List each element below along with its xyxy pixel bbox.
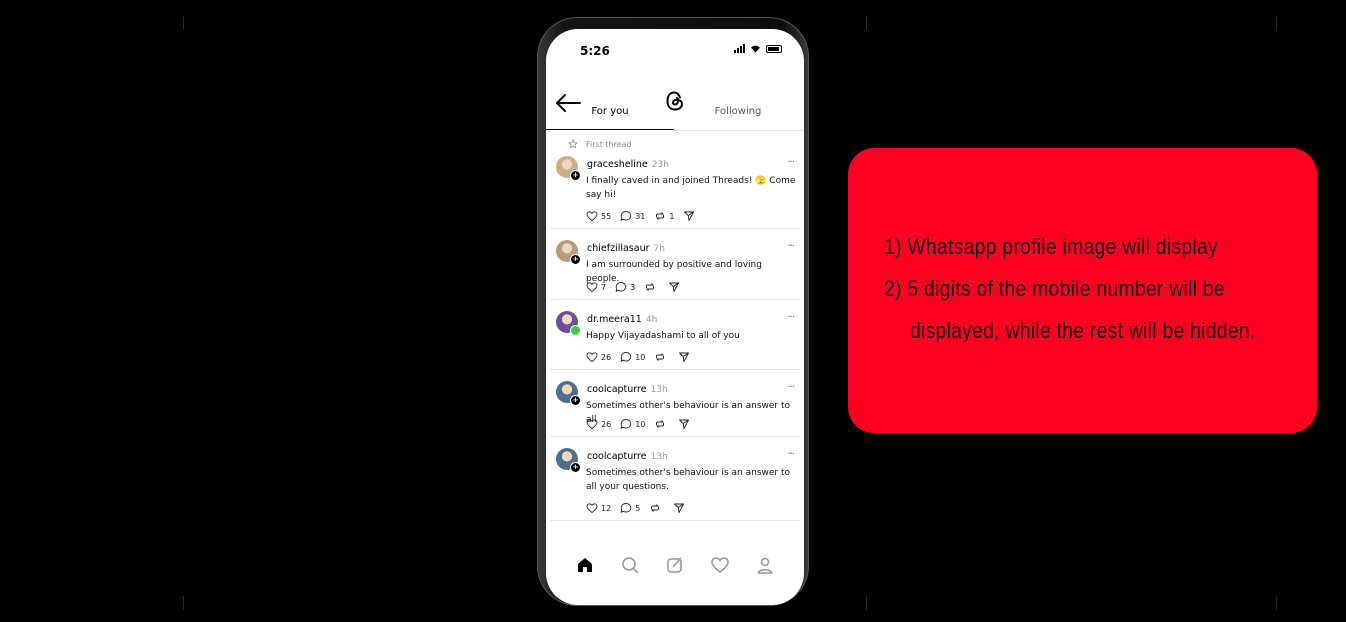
reply-button[interactable]: 5 (620, 502, 640, 514)
send-icon (684, 211, 695, 221)
send-icon (674, 503, 685, 513)
heart-outline-icon (586, 211, 598, 222)
more-options-icon[interactable]: ··· (787, 449, 794, 460)
repost-button[interactable] (644, 281, 659, 293)
reply-button[interactable]: 3 (615, 281, 635, 293)
repost-icon (656, 420, 665, 428)
post-time: 4h (645, 315, 658, 325)
wifi-icon (751, 45, 760, 53)
more-options-icon[interactable]: ··· (787, 312, 794, 323)
repost-icon (646, 283, 655, 291)
signal-icon (734, 44, 745, 53)
like-button[interactable]: 12 (586, 502, 611, 514)
share-button[interactable] (668, 281, 680, 293)
search-icon[interactable] (620, 555, 640, 575)
heart-icon[interactable] (710, 555, 730, 575)
comment-icon (620, 211, 632, 221)
like-button[interactable]: 55 (586, 210, 611, 222)
home-icon[interactable] (575, 555, 595, 575)
follow-plus-icon[interactable]: + (570, 395, 581, 406)
repost-icon (656, 353, 665, 361)
bottom-navigation (546, 555, 804, 585)
send-icon (669, 282, 680, 292)
repost-icon (651, 504, 660, 512)
follow-plus-icon[interactable]: + (570, 254, 581, 265)
repost-button[interactable]: 1 (654, 210, 674, 222)
post-time: 23h (651, 160, 669, 170)
share-button[interactable] (678, 418, 690, 430)
heart-outline-icon (586, 352, 598, 363)
post-time: 7h (653, 244, 665, 254)
feed: First thread + gracesheline 23h ··· I fin… (546, 131, 804, 551)
more-options-icon[interactable]: ··· (787, 382, 794, 393)
send-icon (679, 419, 690, 429)
battery-icon (766, 44, 782, 53)
post-actions: 55 31 1 (586, 210, 704, 222)
follow-plus-icon[interactable] (570, 325, 581, 336)
post-username[interactable]: dr.meera11 4h (587, 314, 657, 325)
send-icon (679, 352, 690, 362)
status-bar: 5:26 (546, 29, 804, 69)
repost-button[interactable] (654, 351, 669, 363)
post-actions: 7 3 (586, 281, 689, 293)
post-actions: 12 5 (586, 502, 694, 514)
active-tab-indicator (546, 129, 674, 130)
repost-button[interactable] (654, 418, 669, 430)
info-note-box: 1) Whatsapp profile image will display 2… (848, 148, 1317, 433)
post-text: Sometimes other's behaviour is an answer… (586, 468, 791, 492)
repost-icon (656, 212, 665, 220)
star-icon (568, 139, 578, 149)
tab-following[interactable]: Following (674, 106, 802, 117)
post-username[interactable]: chiefzillasaur 7h (587, 243, 665, 254)
post-username[interactable]: gracesheline 23h (587, 159, 669, 170)
like-button[interactable]: 7 (586, 281, 606, 293)
post-time: 13h (650, 452, 668, 462)
follow-plus-icon[interactable]: + (570, 170, 581, 181)
compose-icon[interactable] (665, 555, 685, 575)
post-divider (550, 228, 800, 229)
more-options-icon[interactable]: ··· (787, 157, 794, 168)
status-time: 5:26 (580, 44, 610, 58)
follow-plus-icon[interactable]: + (570, 462, 581, 473)
more-options-icon[interactable]: ··· (787, 241, 794, 252)
reply-button[interactable]: 31 (620, 210, 645, 222)
post-divider (550, 520, 800, 521)
post-time: 13h (650, 385, 668, 395)
post-divider (550, 436, 800, 437)
repost-button[interactable] (649, 502, 664, 514)
note-line-3: displayed, while the rest will be hidden… (910, 318, 1256, 343)
phone-screen: 5:26 For you Following First thread + gr… (546, 29, 804, 605)
heart-outline-icon (586, 503, 598, 514)
comment-icon (620, 503, 632, 513)
comment-icon (620, 419, 632, 429)
post-actions: 26 10 (586, 351, 699, 363)
post-divider (550, 299, 800, 300)
note-line-1: 1) Whatsapp profile image will display (884, 234, 1218, 259)
post-text: I finally caved in and joined Threads! 🫣… (586, 176, 796, 200)
heart-outline-icon (586, 419, 598, 430)
heart-outline-icon (586, 282, 598, 293)
phone-frame: 5:26 For you Following First thread + gr… (537, 17, 809, 606)
like-button[interactable]: 26 (586, 418, 611, 430)
share-button[interactable] (683, 210, 695, 222)
post-divider (550, 369, 800, 370)
comment-icon (620, 352, 632, 362)
share-button[interactable] (678, 351, 690, 363)
first-thread-label: First thread (568, 139, 632, 149)
post-text: Happy Vijayadashami to all of you (586, 331, 740, 341)
note-line-2: 2) 5 digits of the mobile number will be (884, 276, 1225, 301)
comment-icon (615, 282, 627, 292)
post-actions: 26 10 (586, 418, 699, 430)
tab-for-you[interactable]: For you (546, 106, 674, 117)
like-button[interactable]: 26 (586, 351, 611, 363)
share-button[interactable] (673, 502, 685, 514)
reply-button[interactable]: 10 (620, 351, 645, 363)
reply-button[interactable]: 10 (620, 418, 645, 430)
post-username[interactable]: coolcapturre 13h (587, 451, 668, 462)
profile-icon[interactable] (755, 555, 775, 575)
post-username[interactable]: coolcapturre 13h (587, 384, 668, 395)
